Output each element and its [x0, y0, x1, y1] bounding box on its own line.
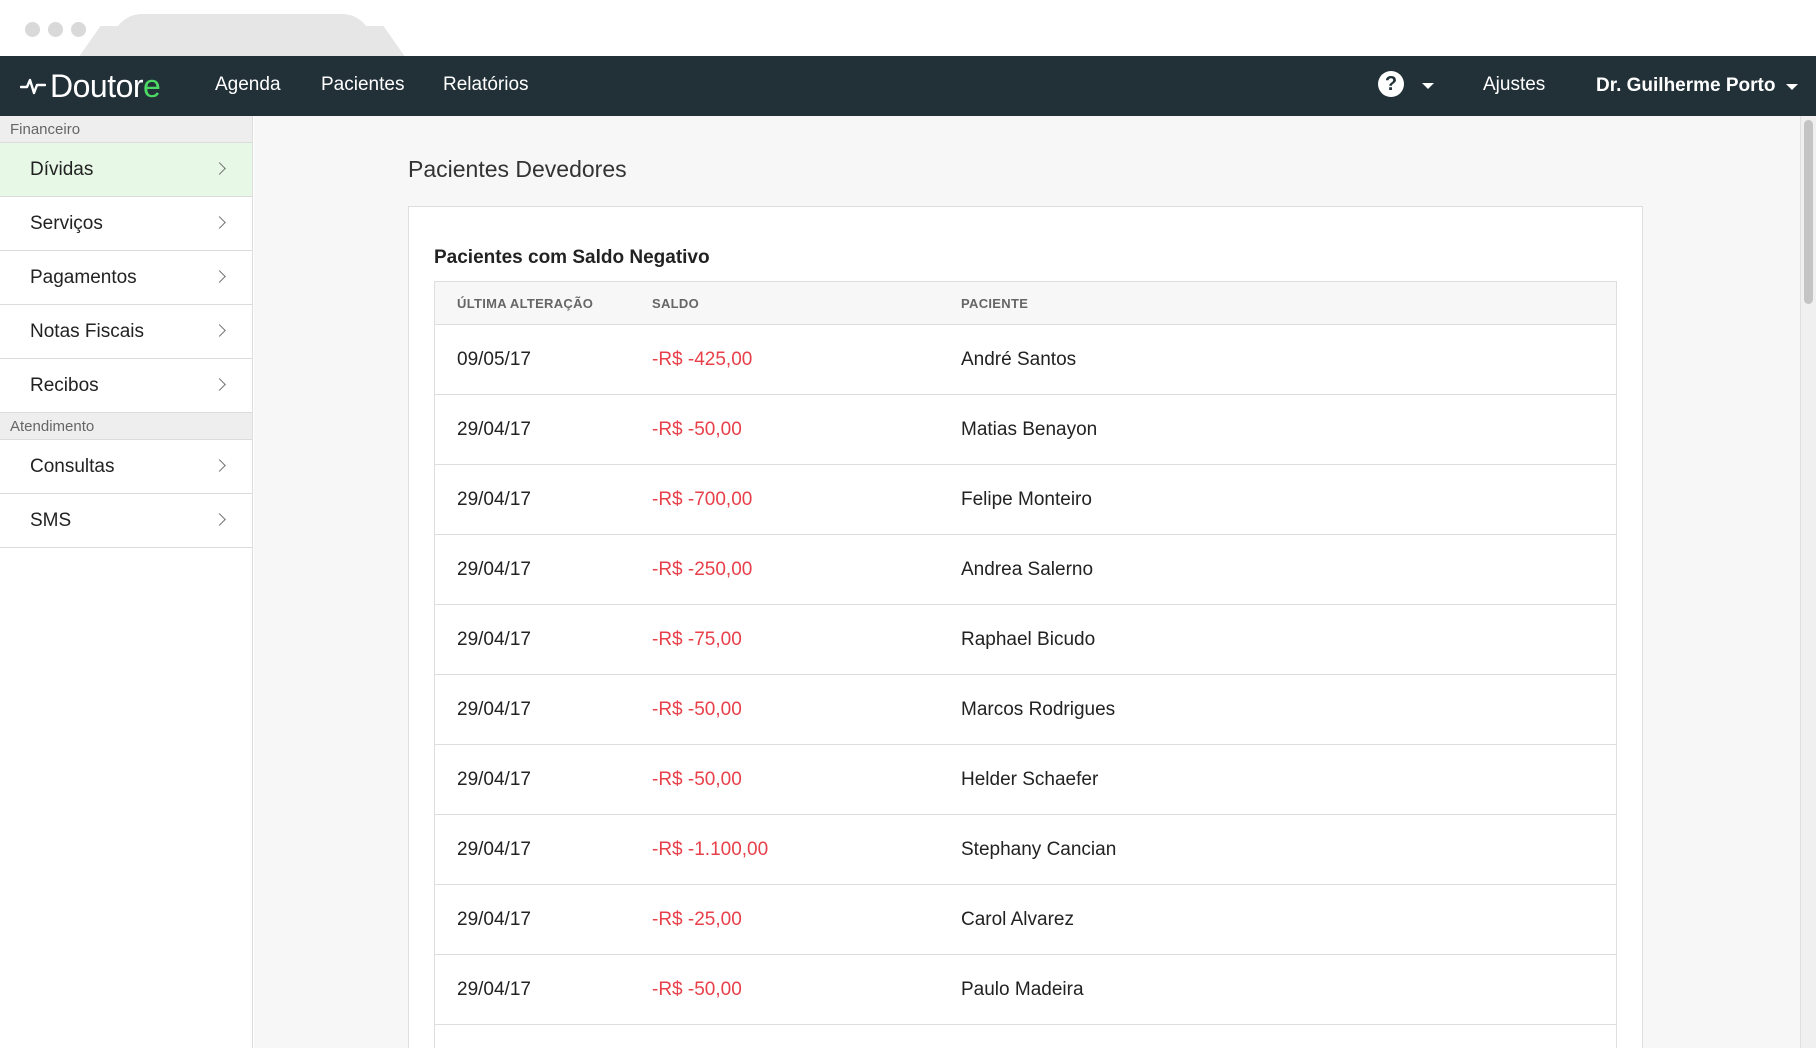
- column-header-saldo[interactable]: SALDO: [652, 296, 699, 311]
- table-row[interactable]: 29/04/17 -R$ -50,00 Matias Benayon: [435, 395, 1616, 465]
- sidebar-section-financeiro: Financeiro: [0, 116, 252, 143]
- window-minimize-dot[interactable]: [48, 22, 63, 37]
- chevron-right-icon: [213, 270, 226, 283]
- nav-pacientes[interactable]: Pacientes: [321, 74, 404, 96]
- balance-cell: -R$ -50,00: [652, 979, 742, 1000]
- table-row[interactable]: 09/05/17 -R$ -425,00 André Santos: [435, 325, 1616, 395]
- patient-cell: Stephany Cancian: [961, 839, 1117, 860]
- date-cell: 29/04/17: [457, 419, 531, 440]
- date-cell: 09/05/17: [457, 349, 531, 370]
- page-scrollbar[interactable]: [1800, 116, 1816, 1048]
- nav-agenda[interactable]: Agenda: [215, 74, 281, 96]
- sidebar-item-notas-fiscais[interactable]: Notas Fiscais: [0, 305, 252, 359]
- sidebar-item-servicos[interactable]: Serviços: [0, 197, 252, 251]
- main-content: Pacientes Devedores Pacientes com Saldo …: [254, 116, 1800, 1048]
- balance-cell: -R$ -250,00: [652, 559, 753, 580]
- table-row[interactable]: 29/04/17 -R$ -50,00 Marcos Rodrigues: [435, 675, 1616, 745]
- sidebar-item-label: Dívidas: [30, 158, 94, 180]
- table-row[interactable]: 29/04/17 -R$ -700,00 Felipe Monteiro: [435, 465, 1616, 535]
- sidebar: Financeiro Dívidas Serviços Pagamentos N…: [0, 116, 253, 1048]
- logo-text: Doutor: [50, 67, 144, 104]
- balance-cell: -R$ -50,00: [652, 699, 742, 720]
- balance-cell: -R$ -75,00: [652, 629, 742, 650]
- sidebar-item-label: Pagamentos: [30, 266, 137, 288]
- balance-cell: -R$ -1.100,00: [652, 839, 769, 860]
- table-row[interactable]: 29/04/17 -R$ -25,00 Carol Alvarez: [435, 885, 1616, 955]
- logo[interactable]: Doutor e: [20, 67, 161, 104]
- patient-cell: Felipe Monteiro: [961, 489, 1092, 510]
- table-row[interactable]: 29/04/17 -R$ -50,00 Paulo Madeira: [435, 955, 1616, 1025]
- patient-cell: André Santos: [961, 349, 1077, 370]
- nav-relatorios[interactable]: Relatórios: [443, 74, 529, 96]
- sidebar-item-consultas[interactable]: Consultas: [0, 440, 252, 494]
- logo-accent: e: [143, 67, 161, 104]
- chevron-right-icon: [213, 216, 226, 229]
- balance-cell: -R$ -25,00: [652, 909, 742, 930]
- patient-cell: Andrea Salerno: [961, 559, 1094, 580]
- sidebar-item-dividas[interactable]: Dívidas: [0, 143, 252, 197]
- chevron-right-icon: [213, 324, 226, 337]
- nav-ajustes[interactable]: Ajustes: [1483, 74, 1545, 96]
- page-title: Pacientes Devedores: [408, 156, 627, 182]
- date-cell: 29/04/17: [457, 979, 531, 1000]
- column-header-paciente[interactable]: PACIENTE: [961, 296, 1028, 311]
- balance-cell: -R$ -700,00: [652, 489, 753, 510]
- sidebar-item-label: Notas Fiscais: [30, 320, 145, 342]
- date-cell: 29/04/17: [457, 909, 531, 930]
- column-header-ultima-alteracao[interactable]: ÚLTIMA ALTERAÇÃO: [457, 296, 593, 311]
- date-cell: 29/04/17: [457, 839, 531, 860]
- browser-chrome: [0, 0, 1816, 56]
- debtors-table: ÚLTIMA ALTERAÇÃO SALDO PACIENTE 09/05/17…: [434, 281, 1617, 1048]
- top-nav: Doutor e Agenda Pacientes Relatórios ? Aj…: [0, 56, 1816, 116]
- sidebar-item-recibos[interactable]: Recibos: [0, 359, 252, 413]
- date-cell: 29/04/17: [457, 629, 531, 650]
- help-icon[interactable]: ?: [1378, 71, 1404, 97]
- window-close-dot[interactable]: [25, 22, 40, 37]
- sidebar-item-pagamentos[interactable]: Pagamentos: [0, 251, 252, 305]
- patient-cell: Paulo Madeira: [961, 979, 1084, 1000]
- sidebar-item-sms[interactable]: SMS: [0, 494, 252, 548]
- pulse-icon: [20, 78, 46, 95]
- user-menu[interactable]: Dr. Guilherme Porto: [1596, 75, 1775, 97]
- table-row[interactable]: 29/04/17-R$ -50,00Rodrigo Fernandes Juni…: [435, 1025, 1616, 1048]
- sidebar-item-label: SMS: [30, 509, 72, 531]
- table-row[interactable]: 29/04/17 -R$ -50,00 Helder Schaefer: [435, 745, 1616, 815]
- user-chevron-down-icon[interactable]: [1786, 84, 1798, 90]
- card-title: Pacientes com Saldo Negativo: [434, 247, 710, 268]
- help-chevron-down-icon[interactable]: [1422, 83, 1434, 89]
- patient-cell: Marcos Rodrigues: [961, 699, 1116, 720]
- chevron-right-icon: [213, 513, 226, 526]
- chevron-right-icon: [213, 378, 226, 391]
- sidebar-item-label: Serviços: [30, 212, 103, 234]
- table-row[interactable]: 29/04/17 -R$ -75,00 Raphael Bicudo: [435, 605, 1616, 675]
- date-cell: 29/04/17: [457, 769, 531, 790]
- browser-tab[interactable]: [112, 14, 372, 56]
- window-maximize-dot[interactable]: [71, 22, 86, 37]
- table-header: ÚLTIMA ALTERAÇÃO SALDO PACIENTE: [435, 282, 1616, 325]
- date-cell: 29/04/17: [457, 489, 531, 510]
- patient-cell: Carol Alvarez: [961, 909, 1074, 930]
- balance-cell: -R$ -50,00: [652, 769, 742, 790]
- sidebar-section-atendimento: Atendimento: [0, 413, 252, 440]
- balance-cell: -R$ -50,00: [652, 419, 742, 440]
- sidebar-item-label: Consultas: [30, 455, 115, 477]
- date-cell: 29/04/17: [457, 559, 531, 580]
- table-body: 09/05/17 -R$ -425,00 André Santos 29/04/17-…: [435, 325, 1616, 1048]
- patient-cell: Matias Benayon: [961, 419, 1098, 440]
- scrollbar-thumb[interactable]: [1804, 120, 1813, 304]
- debtors-card: Pacientes com Saldo Negativo ÚLTIMA ALTE…: [408, 206, 1643, 1048]
- sidebar-item-label: Recibos: [30, 374, 99, 396]
- table-row[interactable]: 29/04/17 -R$ -250,00 Andrea Salerno: [435, 535, 1616, 605]
- balance-cell: -R$ -425,00: [652, 349, 753, 370]
- chevron-right-icon: [213, 162, 226, 175]
- table-row[interactable]: 29/04/17 -R$ -1.100,00 Stephany Cancian: [435, 815, 1616, 885]
- patient-cell: Raphael Bicudo: [961, 629, 1096, 650]
- patient-cell: Helder Schaefer: [961, 769, 1099, 790]
- date-cell: 29/04/17: [457, 699, 531, 720]
- chevron-right-icon: [213, 459, 226, 472]
